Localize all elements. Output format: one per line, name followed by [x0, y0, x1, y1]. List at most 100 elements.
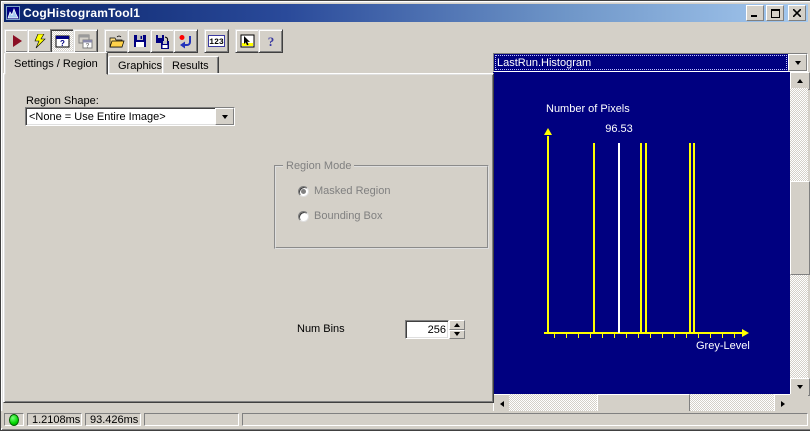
result-selector-combobox[interactable]: LastRun.Histogram	[493, 53, 808, 72]
x-axis-tick	[566, 334, 567, 338]
histogram-bar	[645, 143, 647, 333]
save-button[interactable]	[127, 29, 152, 53]
floating-window-question-icon: ?	[78, 34, 93, 49]
run-button[interactable]	[4, 29, 29, 53]
run-icon	[12, 35, 22, 47]
chevron-down-icon	[454, 332, 460, 337]
x-axis-tick	[710, 334, 711, 338]
tool-display-button[interactable]: ?	[50, 29, 75, 53]
radio-masked-region: Masked Region	[298, 185, 390, 197]
minimize-button[interactable]	[746, 5, 764, 21]
window-question-icon: ?	[55, 35, 70, 48]
chevron-down-icon	[221, 114, 228, 119]
spin-up-button[interactable]	[449, 320, 465, 330]
histogram-bar	[640, 143, 642, 333]
status-time-cell: 93.426ms	[85, 413, 141, 426]
region-shape-label: Region Shape:	[26, 95, 99, 107]
svg-text:?: ?	[267, 34, 274, 48]
floppy-save-as-icon	[156, 34, 169, 49]
scrollbar-corner	[790, 394, 808, 411]
open-folder-icon	[109, 35, 124, 47]
chevron-down-icon	[794, 60, 801, 65]
radio-bounding-box: Bounding Box	[298, 210, 383, 222]
radio-label: Bounding Box	[314, 210, 383, 222]
help-button[interactable]: ?	[258, 29, 283, 53]
region-shape-combobox[interactable]: <None = Use Entire Image>	[25, 107, 235, 126]
tab-settings-region[interactable]: Settings / Region	[4, 52, 108, 75]
tab-results[interactable]: Results	[162, 56, 219, 74]
chevron-down-icon	[797, 385, 803, 389]
x-axis-tick	[662, 334, 663, 338]
num-bins-value: 256	[427, 323, 446, 336]
num-bins-spinner	[449, 320, 465, 339]
tab-label: Settings / Region	[14, 58, 98, 70]
electric-run-button[interactable]	[27, 29, 52, 53]
region-mode-groupbox: Region Mode Masked Region Bounding Box	[274, 160, 489, 249]
result-selector-value: LastRun.Histogram	[494, 54, 788, 71]
status-bar: 1.2108ms 93.426ms	[1, 411, 810, 428]
save-as-button[interactable]	[150, 29, 175, 53]
horizontal-scrollbar[interactable]	[493, 394, 792, 413]
maximize-button[interactable]	[766, 5, 784, 21]
y-axis-title: Number of Pixels	[546, 103, 630, 115]
x-axis-tick	[722, 334, 723, 338]
x-axis-tick	[734, 334, 735, 338]
x-axis-tick	[686, 334, 687, 338]
histogram-bar-highlight	[618, 143, 620, 333]
result-selector-dropdown-button[interactable]	[788, 54, 807, 71]
status-empty-cell	[144, 413, 239, 426]
question-mark-icon: ?	[267, 34, 274, 48]
svg-text:?: ?	[86, 42, 90, 49]
x-axis-tick	[590, 334, 591, 338]
floppy-disk-icon	[133, 35, 146, 47]
histogram-bar	[689, 143, 691, 333]
reset-button[interactable]	[173, 29, 198, 53]
maximize-icon	[770, 8, 780, 18]
x-axis-tick	[698, 334, 699, 338]
spin-down-button[interactable]	[449, 329, 465, 339]
radio-label: Masked Region	[314, 185, 391, 197]
vertical-scrollbar[interactable]	[790, 72, 810, 396]
x-axis-arrow-icon	[742, 329, 749, 337]
status-led-cell	[4, 413, 24, 426]
status-empty-cell	[242, 413, 808, 426]
x-axis-title: Grey-Level	[696, 340, 750, 352]
floating-tool-display-button[interactable]: ?	[73, 29, 98, 53]
region-mode-legend: Region Mode	[283, 160, 355, 172]
title-bar[interactable]: CogHistogramTool1	[4, 4, 808, 22]
close-icon	[793, 9, 801, 17]
numeric-123-icon: 123	[208, 35, 225, 47]
x-axis-tick	[554, 334, 555, 338]
histogram-annotation: 96.53	[605, 123, 633, 135]
x-axis-tick	[614, 334, 615, 338]
minimize-icon	[751, 15, 757, 17]
x-axis-tick	[674, 334, 675, 338]
x-axis-tick	[578, 334, 579, 338]
open-button[interactable]	[104, 29, 129, 53]
num-bins-label: Num Bins	[297, 323, 345, 335]
x-axis-tick	[602, 334, 603, 338]
region-shape-dropdown-button[interactable]	[215, 108, 234, 125]
tab-label: Graphics	[118, 60, 163, 72]
num-bins-input[interactable]: 256	[405, 320, 449, 339]
tab-label: Results	[172, 60, 209, 72]
svg-text:123: 123	[209, 38, 224, 47]
vertical-scroll-thumb[interactable]	[790, 181, 810, 275]
y-axis	[547, 136, 549, 334]
y-axis-arrow-icon	[544, 128, 552, 135]
histogram-display: Number of Pixels Grey-Level 96.53	[493, 72, 810, 413]
status-time: 93.426ms	[90, 413, 139, 426]
close-button[interactable]	[788, 5, 806, 21]
chevron-up-icon	[454, 322, 460, 327]
radio-button-icon	[298, 185, 309, 197]
numeric-display-button[interactable]: 123	[204, 29, 229, 53]
histogram-bar	[593, 143, 595, 333]
chevron-right-icon	[781, 400, 785, 407]
histogram-bar	[693, 143, 695, 333]
region-shape-value: <None = Use Entire Image>	[29, 110, 166, 123]
settings-region-tab-page: Region Shape: <None = Use Entire Image> …	[3, 73, 494, 403]
status-led-icon	[9, 413, 19, 426]
status-time: 1.2108ms	[32, 413, 81, 426]
tool-window-button[interactable]	[235, 29, 260, 53]
lightning-icon	[34, 33, 46, 48]
